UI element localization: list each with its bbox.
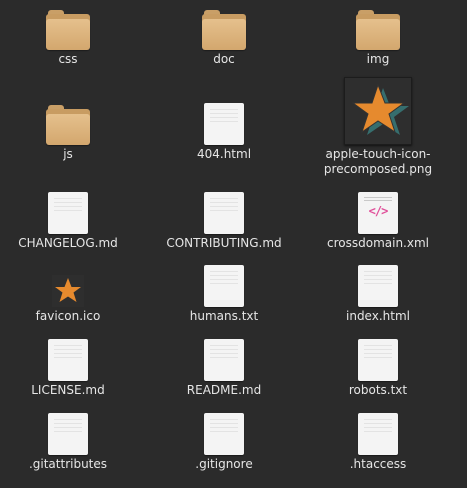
xml-document-icon: </> <box>358 192 398 234</box>
file-item-robots-txt[interactable]: robots.txt <box>303 335 453 398</box>
document-icon <box>204 103 244 145</box>
file-label: 404.html <box>196 147 252 161</box>
file-label: img <box>366 52 390 66</box>
file-item-readme[interactable]: README.md <box>149 335 299 398</box>
file-label: CHANGELOG.md <box>18 236 118 250</box>
folder-icon <box>46 103 90 145</box>
file-item-css[interactable]: css <box>0 4 143 67</box>
file-label: crossdomain.xml <box>327 236 429 250</box>
star-image-thumbnail-icon <box>344 77 412 145</box>
file-item-changelog[interactable]: CHANGELOG.md <box>0 188 143 251</box>
file-label: js <box>63 147 73 161</box>
file-label: LICENSE.md <box>31 383 105 397</box>
document-icon <box>204 339 244 381</box>
file-label: css <box>58 52 78 66</box>
document-icon <box>358 339 398 381</box>
document-icon <box>204 265 244 307</box>
file-label: index.html <box>346 309 410 323</box>
file-label: humans.txt <box>189 309 259 323</box>
file-item-apple-touch-icon[interactable]: apple-touch-icon- precomposed.png <box>303 77 453 177</box>
file-label: apple-touch-icon- precomposed.png <box>323 147 433 176</box>
document-icon <box>204 413 244 455</box>
file-item-doc[interactable]: doc <box>149 4 299 67</box>
file-item-crossdomain-xml[interactable]: </> crossdomain.xml <box>303 188 453 251</box>
file-item-humans-txt[interactable]: humans.txt <box>149 261 299 324</box>
file-label: doc <box>213 52 235 66</box>
document-icon <box>204 192 244 234</box>
file-item-favicon[interactable]: favicon.ico <box>0 261 143 324</box>
folder-icon <box>46 8 90 50</box>
document-icon <box>358 265 398 307</box>
file-label: README.md <box>186 383 262 397</box>
file-label: robots.txt <box>348 383 408 397</box>
file-item-img[interactable]: img <box>303 4 453 67</box>
file-item-404-html[interactable]: 404.html <box>149 99 299 162</box>
file-grid: css doc img js 404.html apple-touch-icon… <box>0 0 467 488</box>
file-item-index-html[interactable]: index.html <box>303 261 453 324</box>
file-item-contributing[interactable]: CONTRIBUTING.md <box>149 188 299 251</box>
file-item-gitignore[interactable]: .gitignore <box>149 409 299 472</box>
file-label: .gitignore <box>195 457 253 471</box>
file-label: .htaccess <box>349 457 407 471</box>
file-item-license[interactable]: LICENSE.md <box>0 335 143 398</box>
folder-icon <box>202 8 246 50</box>
document-icon <box>48 339 88 381</box>
document-icon <box>358 413 398 455</box>
file-item-js[interactable]: js <box>0 99 143 162</box>
folder-icon <box>356 8 400 50</box>
file-item-gitattributes[interactable]: .gitattributes <box>0 409 143 472</box>
file-label: CONTRIBUTING.md <box>166 236 282 250</box>
star-favicon-icon <box>52 275 84 307</box>
file-label: favicon.ico <box>35 309 101 323</box>
file-label: .gitattributes <box>28 457 108 471</box>
document-icon <box>48 413 88 455</box>
document-icon <box>48 192 88 234</box>
file-item-htaccess[interactable]: .htaccess <box>303 409 453 472</box>
